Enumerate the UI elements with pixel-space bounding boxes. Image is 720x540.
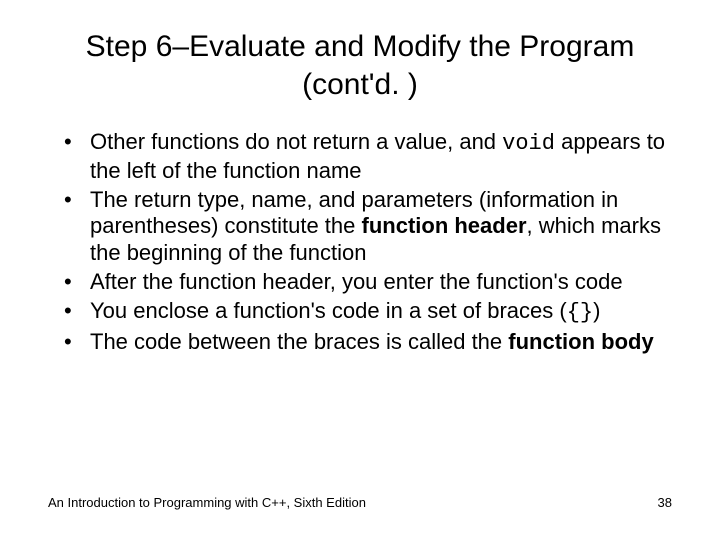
bold-text: function body: [508, 329, 653, 354]
code-text: {}: [567, 300, 593, 325]
code-text: void: [502, 131, 555, 156]
slide-title: Step 6–Evaluate and Modify the Program (…: [70, 28, 650, 103]
bold-text: function header: [362, 213, 527, 238]
bullet-text: You enclose a function's code in a set o…: [90, 298, 567, 323]
slide-footer: An Introduction to Programming with C++,…: [48, 495, 672, 510]
bullet-text: ): [593, 298, 600, 323]
bullet-text: The code between the braces is called th…: [90, 329, 508, 354]
slide-number: 38: [658, 495, 672, 510]
list-item: Other functions do not return a value, a…: [64, 129, 672, 185]
bullet-text: Other functions do not return a value, a…: [90, 129, 502, 154]
footer-source: An Introduction to Programming with C++,…: [48, 495, 366, 510]
list-item: After the function header, you enter the…: [64, 269, 672, 296]
list-item: You enclose a function's code in a set o…: [64, 298, 672, 327]
bullet-list: Other functions do not return a value, a…: [48, 129, 672, 356]
bullet-text: After the function header, you enter the…: [90, 269, 623, 294]
list-item: The code between the braces is called th…: [64, 329, 672, 356]
list-item: The return type, name, and parameters (i…: [64, 187, 672, 267]
